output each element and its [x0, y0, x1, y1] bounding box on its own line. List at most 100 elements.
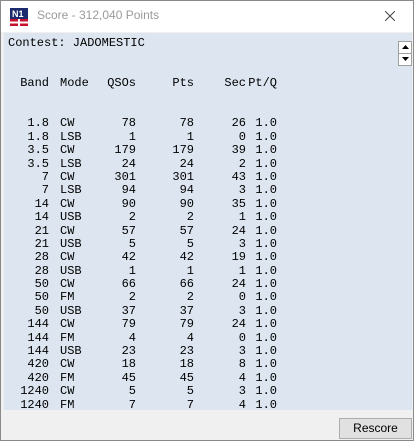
cell-pts: 78	[179, 116, 194, 131]
table-row: 420 FM 45 45 4 1.0	[4, 370, 395, 385]
cell-qsos: 179	[114, 143, 136, 158]
cell-qsos: 90	[121, 196, 136, 211]
scroll-down-arrow-icon	[402, 57, 409, 61]
cell-pts: 301	[172, 169, 194, 184]
cell-qsos: 94	[121, 183, 136, 198]
cell-qsos: 7	[128, 397, 136, 410]
contest-line: Contest: JADOMESTIC	[8, 36, 145, 50]
table-row: 50 FM 2 2 0 1.0	[4, 290, 395, 305]
cell-qsos: 2	[128, 290, 136, 305]
cell-band: 1240	[20, 397, 49, 410]
cell-qsos: 24	[121, 156, 136, 171]
cell-mode: USB	[60, 263, 82, 278]
cell-mode: CW	[60, 357, 75, 372]
cell-band: 50	[34, 290, 49, 305]
window-title: Score - 312,040 Points	[37, 8, 160, 22]
cell-sec: 3	[238, 344, 246, 359]
cell-band: 50	[34, 303, 49, 318]
cell-ptq: 1.0	[255, 344, 277, 359]
cell-mode: CW	[60, 143, 75, 158]
cell-sec: 0	[238, 290, 246, 305]
cell-band: 7	[41, 183, 49, 198]
cell-qsos: 42	[121, 250, 136, 265]
cell-sec: 8	[238, 357, 246, 372]
cell-mode: CW	[60, 250, 75, 265]
cell-sec: 19	[231, 250, 246, 265]
table-row: 7 CW 301 301 43 1.0	[4, 169, 395, 184]
score-table: Band Mode QSOs Pts Sec Pt/Q 1.8 CW 78 78 26 1…	[4, 50, 395, 410]
cell-pts: 5	[186, 384, 194, 399]
cell-band: 420	[27, 370, 49, 385]
table-row: 420 CW 18 18 8 1.0	[4, 357, 395, 372]
table-row: 3.5 LSB 24 24 2 1.0	[4, 156, 395, 171]
table-row: 1.8 LSB 1 1 0 1.0	[4, 129, 395, 144]
score-report-text[interactable]: Contest: JADOMESTIC Band Mode QSOs Pts S…	[4, 33, 395, 410]
cell-ptq: 1.0	[255, 370, 277, 385]
cell-pts: 24	[179, 156, 194, 171]
header-band: Band	[20, 76, 49, 91]
table-row: 50 CW 66 66 24 1.0	[4, 277, 395, 292]
cell-sec: 35	[231, 196, 246, 211]
cell-sec: 43	[231, 169, 246, 184]
cell-qsos: 1	[128, 263, 136, 278]
table-row: 1.8 CW 78 78 26 1.0	[4, 116, 395, 131]
cell-mode: USB	[60, 344, 82, 359]
cell-mode: CW	[60, 169, 75, 184]
header-mode: Mode	[60, 76, 89, 91]
cell-pts: 23	[179, 344, 194, 359]
vertical-scrollbar[interactable]	[395, 33, 412, 410]
cell-mode: CW	[60, 223, 75, 238]
cell-ptq: 1.0	[255, 196, 277, 211]
cell-band: 1.8	[27, 129, 49, 144]
cell-qsos: 66	[121, 277, 136, 292]
cell-band: 1.8	[27, 116, 49, 131]
cell-ptq: 1.0	[255, 183, 277, 198]
cell-mode: FM	[60, 370, 75, 385]
cell-pts: 1	[186, 263, 194, 278]
cell-qsos: 23	[121, 344, 136, 359]
cell-ptq: 1.0	[255, 277, 277, 292]
title-bar[interactable]: N1 Score - 312,040 Points	[1, 1, 413, 32]
cell-band: 1240	[20, 384, 49, 399]
cell-ptq: 1.0	[255, 263, 277, 278]
table-row: 3.5 CW 179 179 39 1.0	[4, 143, 395, 158]
cell-ptq: 1.0	[255, 236, 277, 251]
table-row: 14 CW 90 90 35 1.0	[4, 196, 395, 211]
cell-mode: FM	[60, 290, 75, 305]
cell-ptq: 1.0	[255, 129, 277, 144]
cell-band: 144	[27, 317, 49, 332]
cell-pts: 7	[186, 397, 194, 410]
cell-qsos: 5	[128, 236, 136, 251]
cell-ptq: 1.0	[255, 169, 277, 184]
n1mm-logo-icon: N1	[10, 8, 28, 26]
cell-qsos: 57	[121, 223, 136, 238]
cell-mode: CW	[60, 317, 75, 332]
rescore-button[interactable]: Rescore	[339, 418, 412, 439]
cell-qsos: 37	[121, 303, 136, 318]
cell-pts: 37	[179, 303, 194, 318]
cell-mode: FM	[60, 330, 75, 345]
cell-ptq: 1.0	[255, 397, 277, 410]
cell-band: 28	[34, 263, 49, 278]
cell-band: 144	[27, 344, 49, 359]
table-row: 1240 FM 7 7 4 1.0	[4, 397, 395, 410]
cell-ptq: 1.0	[255, 303, 277, 318]
cell-pts: 4	[186, 330, 194, 345]
cell-mode: USB	[60, 303, 82, 318]
header-sec: Sec	[224, 76, 246, 91]
cell-mode: LSB	[60, 156, 82, 171]
scroll-down-button[interactable]	[398, 53, 412, 66]
table-row: 144 FM 4 4 0 1.0	[4, 330, 395, 345]
cell-ptq: 1.0	[255, 317, 277, 332]
cell-sec: 24	[231, 317, 246, 332]
cell-sec: 4	[238, 397, 246, 410]
table-row: 14 USB 2 2 1 1.0	[4, 210, 395, 224]
close-button[interactable]	[367, 1, 413, 31]
cell-ptq: 1.0	[255, 357, 277, 372]
table-row: 21 USB 5 5 3 1.0	[4, 236, 395, 251]
cell-pts: 94	[179, 183, 194, 198]
cell-sec: 3	[238, 183, 246, 198]
cell-ptq: 1.0	[255, 116, 277, 131]
cell-sec: 24	[231, 277, 246, 292]
cell-sec: 3	[238, 236, 246, 251]
